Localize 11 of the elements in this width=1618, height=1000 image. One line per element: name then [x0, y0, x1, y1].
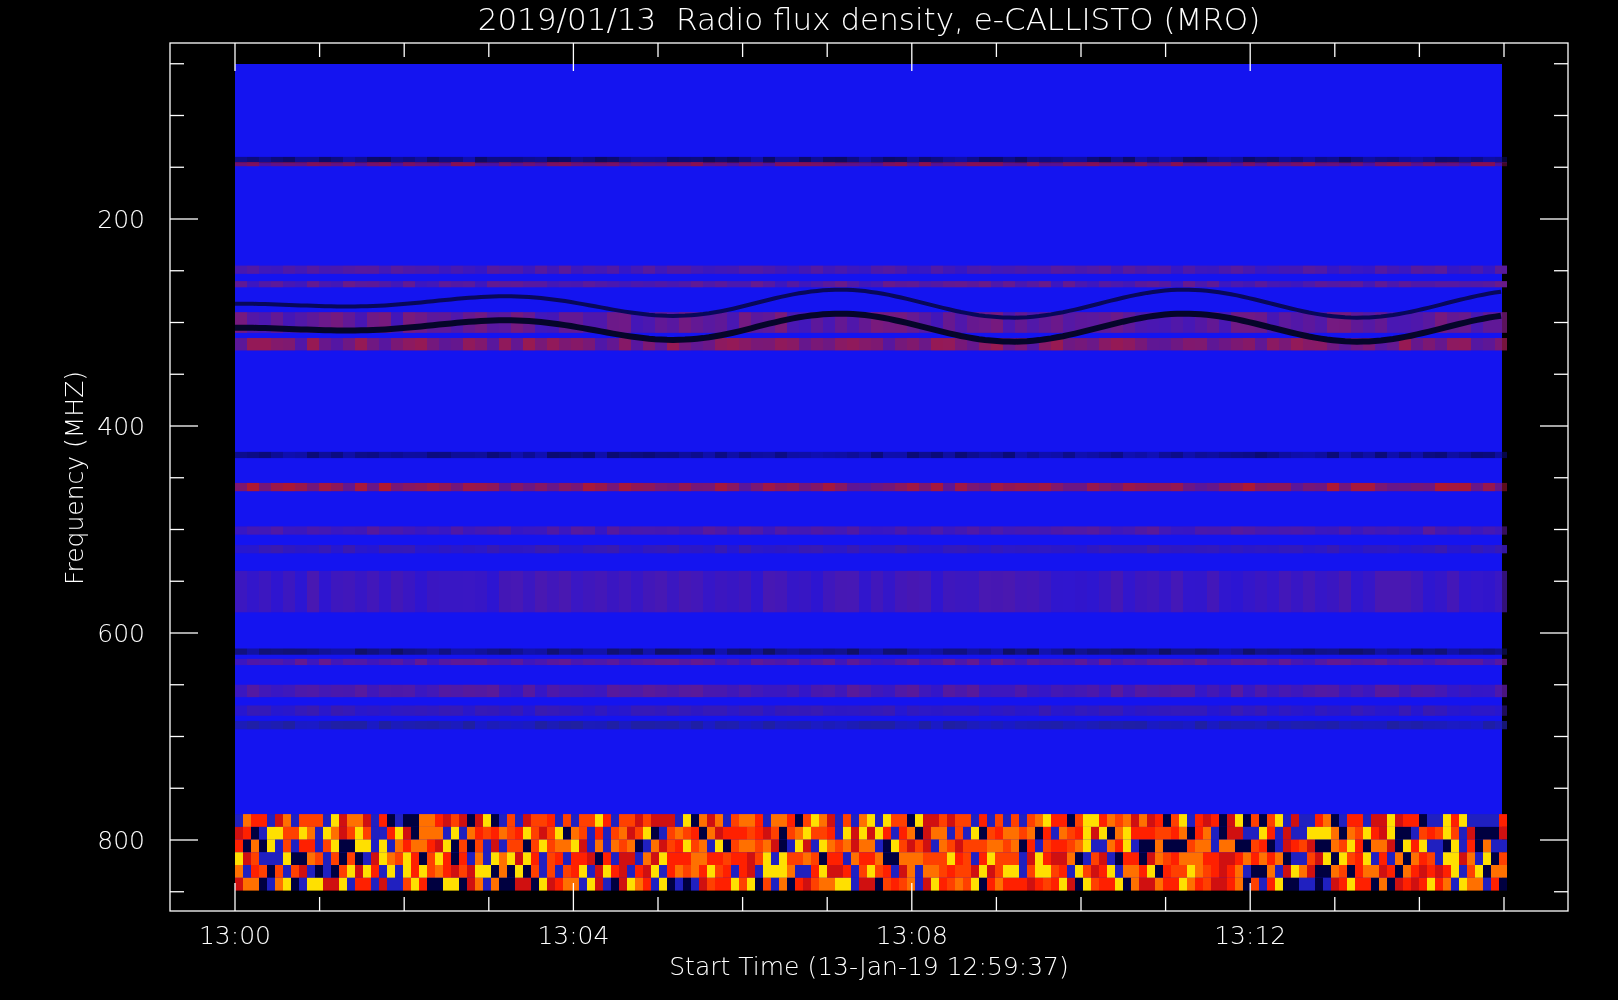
tick-label: 800	[97, 826, 145, 855]
tick-label: 200	[97, 205, 145, 234]
tick-label: 13:12	[1214, 921, 1287, 950]
tick-label: 400	[97, 412, 145, 441]
axis-title: Start Time (13-Jan-19 12:59:37)	[669, 952, 1069, 981]
tick-label: 13:04	[537, 921, 610, 950]
chart-title: 2019/01/13 Radio flux density, e-CALLISTO (MRO)	[477, 1, 1261, 37]
tick-label: 13:08	[875, 921, 948, 950]
tick-label: 600	[97, 619, 145, 648]
tick-label: 13:00	[199, 921, 271, 950]
axis-title: Frequency (MHZ)	[60, 370, 89, 586]
